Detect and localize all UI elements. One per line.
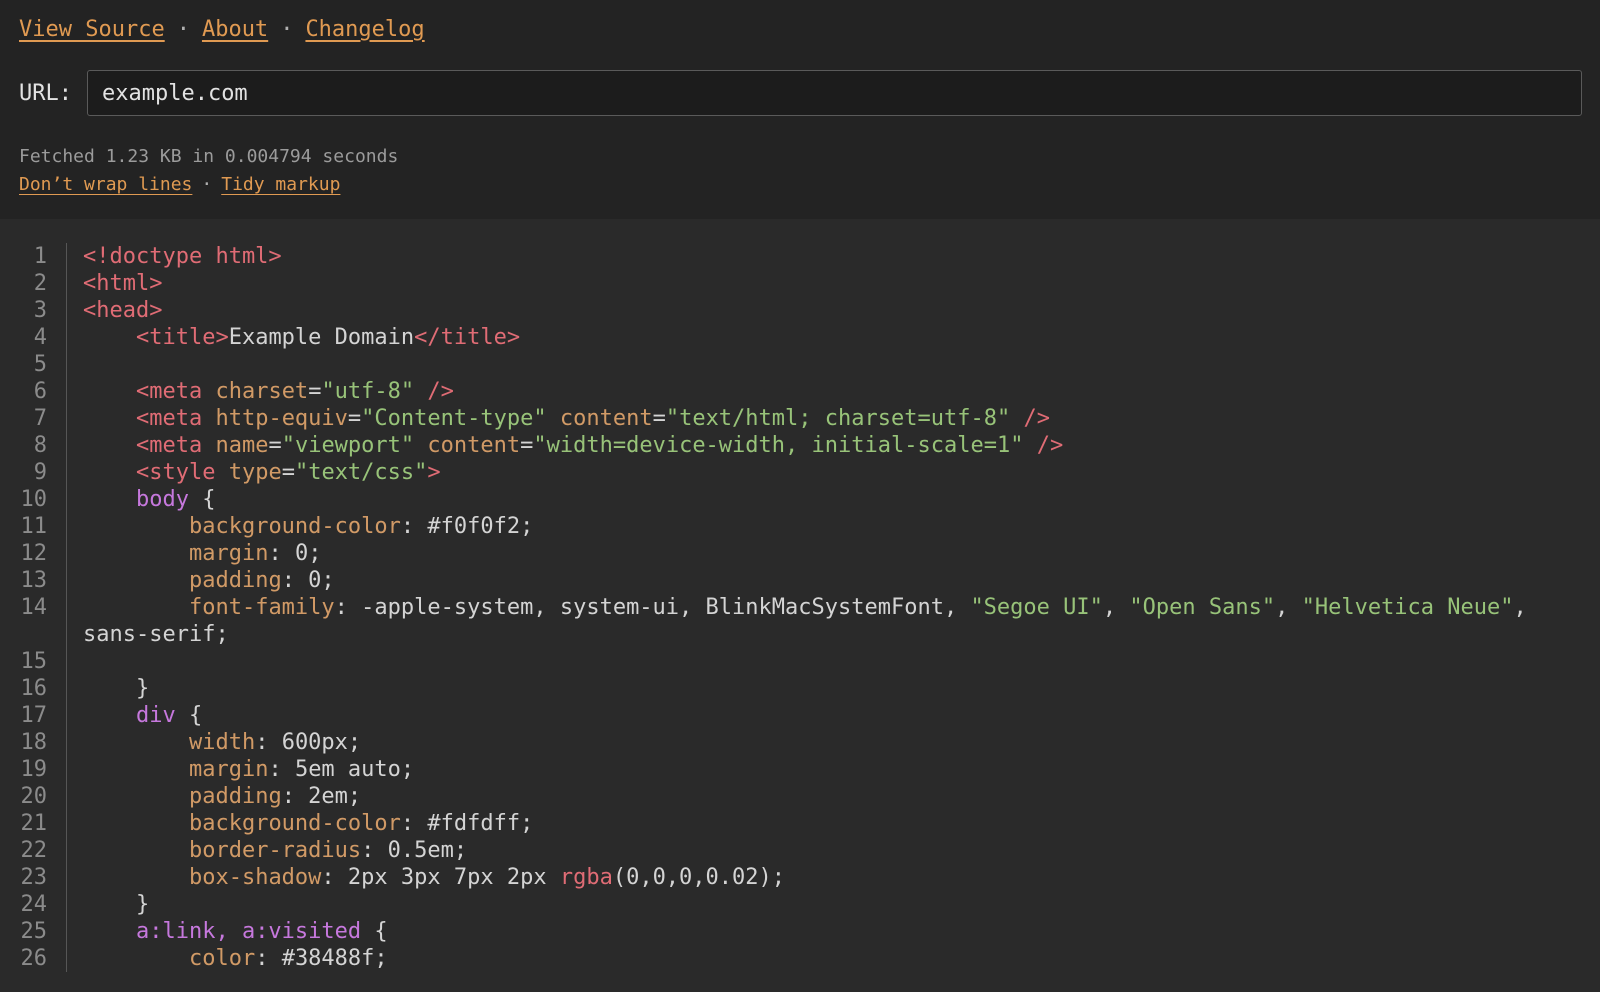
code-text: } bbox=[67, 675, 1600, 702]
line-number: 11 bbox=[0, 513, 67, 540]
line-number: 6 bbox=[0, 378, 67, 405]
line-number: 22 bbox=[0, 837, 67, 864]
line-number: 21 bbox=[0, 810, 67, 837]
code-text: padding: 2em; bbox=[67, 783, 1600, 810]
line-number: 2 bbox=[0, 270, 67, 297]
code-line: 17 div { bbox=[0, 702, 1600, 729]
line-number: 26 bbox=[0, 945, 67, 972]
code-text: background-color: #fdfdff; bbox=[67, 810, 1600, 837]
line-number: 25 bbox=[0, 918, 67, 945]
line-number: 4 bbox=[0, 324, 67, 351]
code-line: 26 color: #38488f; bbox=[0, 945, 1600, 972]
line-number: 7 bbox=[0, 405, 67, 432]
code-line: 10 body { bbox=[0, 486, 1600, 513]
line-number: 15 bbox=[0, 648, 67, 675]
line-number: 3 bbox=[0, 297, 67, 324]
line-number: 1 bbox=[0, 243, 67, 270]
code-text: color: #38488f; bbox=[67, 945, 1600, 972]
line-number: 16 bbox=[0, 675, 67, 702]
code-line: 1<!doctype html> bbox=[0, 243, 1600, 270]
view-options: Don’t wrap lines · Tidy markup bbox=[0, 174, 1600, 195]
line-number: 10 bbox=[0, 486, 67, 513]
line-number: 18 bbox=[0, 729, 67, 756]
nav-view-source-link[interactable]: View Source bbox=[19, 17, 165, 42]
code-text: font-family: -apple-system, system-ui, B… bbox=[67, 594, 1600, 648]
code-text: <html> bbox=[67, 270, 1600, 297]
url-input[interactable] bbox=[87, 70, 1582, 116]
url-label: URL: bbox=[19, 81, 72, 106]
url-bar: URL: bbox=[0, 70, 1600, 116]
code-line: 25 a:link, a:visited { bbox=[0, 918, 1600, 945]
code-text: <head> bbox=[67, 297, 1600, 324]
code-line: 4 <title>Example Domain</title> bbox=[0, 324, 1600, 351]
code-text: <meta charset="utf-8" /> bbox=[67, 378, 1600, 405]
code-text: padding: 0; bbox=[67, 567, 1600, 594]
code-text: margin: 0; bbox=[67, 540, 1600, 567]
options-separator: · bbox=[201, 174, 212, 195]
code-line: 8 <meta name="viewport" content="width=d… bbox=[0, 432, 1600, 459]
line-number: 14 bbox=[0, 594, 67, 648]
line-number: 23 bbox=[0, 864, 67, 891]
code-line: 7 <meta http-equiv="Content-type" conten… bbox=[0, 405, 1600, 432]
source-code-viewer: 1<!doctype html>2<html>3<head>4 <title>E… bbox=[0, 219, 1600, 972]
line-number: 24 bbox=[0, 891, 67, 918]
line-number: 8 bbox=[0, 432, 67, 459]
code-text: } bbox=[67, 891, 1600, 918]
code-line: 9 <style type="text/css"> bbox=[0, 459, 1600, 486]
line-number: 9 bbox=[0, 459, 67, 486]
code-line: 11 background-color: #f0f0f2; bbox=[0, 513, 1600, 540]
nav-separator: · bbox=[280, 17, 293, 42]
nav-about-link[interactable]: About bbox=[202, 17, 268, 42]
code-line: 12 margin: 0; bbox=[0, 540, 1600, 567]
line-number: 12 bbox=[0, 540, 67, 567]
code-text: background-color: #f0f0f2; bbox=[67, 513, 1600, 540]
code-line: 14 font-family: -apple-system, system-ui… bbox=[0, 594, 1600, 648]
code-line: 2<html> bbox=[0, 270, 1600, 297]
code-text: <meta name="viewport" content="width=dev… bbox=[67, 432, 1600, 459]
code-text: <!doctype html> bbox=[67, 243, 1600, 270]
code-text: width: 600px; bbox=[67, 729, 1600, 756]
code-line: 3<head> bbox=[0, 297, 1600, 324]
code-line: 16 } bbox=[0, 675, 1600, 702]
nav-separator: · bbox=[177, 17, 190, 42]
code-text: box-shadow: 2px 3px 7px 2px rgba(0,0,0,0… bbox=[67, 864, 1600, 891]
code-text bbox=[67, 351, 1600, 378]
code-view: 1<!doctype html>2<html>3<head>4 <title>E… bbox=[0, 243, 1600, 972]
top-nav: View Source · About · Changelog bbox=[0, 16, 1600, 44]
line-number: 19 bbox=[0, 756, 67, 783]
code-text: border-radius: 0.5em; bbox=[67, 837, 1600, 864]
code-line: 19 margin: 5em auto; bbox=[0, 756, 1600, 783]
code-line: 13 padding: 0; bbox=[0, 567, 1600, 594]
code-text: div { bbox=[67, 702, 1600, 729]
line-number: 5 bbox=[0, 351, 67, 378]
nav-changelog-link[interactable]: Changelog bbox=[305, 17, 424, 42]
code-line: 6 <meta charset="utf-8" /> bbox=[0, 378, 1600, 405]
code-line: 5 bbox=[0, 351, 1600, 378]
code-line: 18 width: 600px; bbox=[0, 729, 1600, 756]
code-line: 15 bbox=[0, 648, 1600, 675]
code-line: 22 border-radius: 0.5em; bbox=[0, 837, 1600, 864]
line-number: 17 bbox=[0, 702, 67, 729]
code-line: 20 padding: 2em; bbox=[0, 783, 1600, 810]
code-text: margin: 5em auto; bbox=[67, 756, 1600, 783]
code-text: body { bbox=[67, 486, 1600, 513]
code-text: <title>Example Domain</title> bbox=[67, 324, 1600, 351]
code-line: 21 background-color: #fdfdff; bbox=[0, 810, 1600, 837]
tidy-markup-link[interactable]: Tidy markup bbox=[221, 174, 340, 195]
code-line: 23 box-shadow: 2px 3px 7px 2px rgba(0,0,… bbox=[0, 864, 1600, 891]
code-text: <meta http-equiv="Content-type" content=… bbox=[67, 405, 1600, 432]
line-number: 20 bbox=[0, 783, 67, 810]
code-text bbox=[67, 648, 1600, 675]
code-text: <style type="text/css"> bbox=[67, 459, 1600, 486]
code-text: a:link, a:visited { bbox=[67, 918, 1600, 945]
fetch-status: Fetched 1.23 KB in 0.004794 seconds bbox=[0, 146, 1600, 167]
line-number: 13 bbox=[0, 567, 67, 594]
header: View Source · About · Changelog URL: Fetched… bbox=[0, 0, 1600, 219]
code-line: 24 } bbox=[0, 891, 1600, 918]
wrap-lines-toggle-link[interactable]: Don’t wrap lines bbox=[19, 174, 192, 195]
